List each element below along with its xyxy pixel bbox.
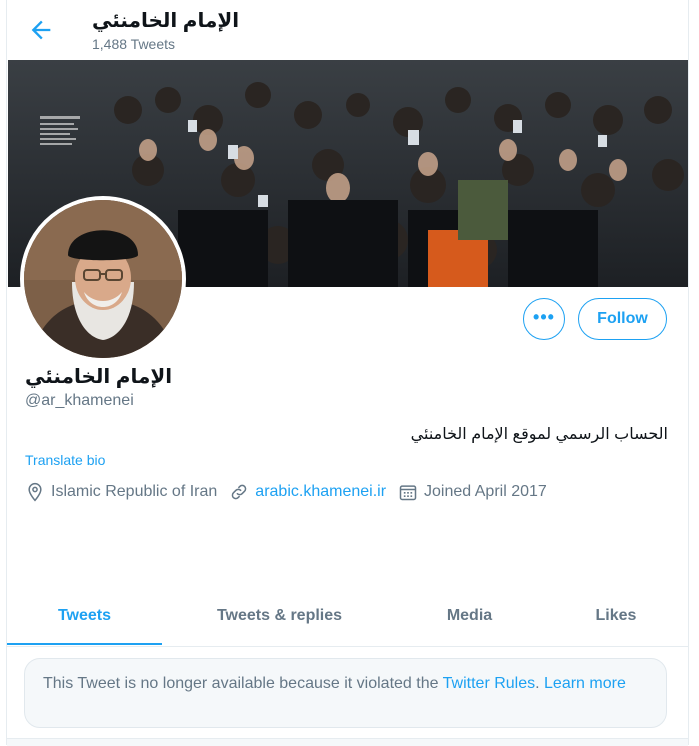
twitter-rules-link[interactable]: Twitter Rules	[443, 675, 535, 692]
joined-text: Joined April 2017	[424, 483, 547, 500]
back-button[interactable]	[27, 16, 55, 44]
link-icon	[232, 484, 247, 500]
arrow-left-icon	[31, 20, 51, 40]
tab-likes[interactable]: Likes	[572, 590, 660, 645]
header-title: الإمام الخامنئي	[92, 10, 240, 32]
location-text: Islamic Republic of Iran	[51, 483, 218, 500]
location-pin-icon	[28, 482, 42, 502]
translate-bio-link[interactable]: Translate bio	[25, 452, 105, 468]
notice-separator: .	[535, 675, 545, 692]
learn-more-link[interactable]: Learn more	[544, 675, 626, 692]
location-item: Islamic Republic of Iran	[25, 482, 217, 502]
watermark-logo	[38, 112, 90, 158]
calendar-icon	[399, 485, 417, 501]
profile-handle: @ar_khamenei	[25, 392, 134, 409]
profile-meta: Islamic Republic of Iran arabic.khamenei…	[25, 480, 559, 504]
tab-media[interactable]: Media	[417, 590, 522, 645]
tweet-count: 1,488 Tweets	[92, 36, 176, 52]
unavailable-tweet-notice: This Tweet is no longer available becaus…	[24, 658, 667, 728]
profile-tabs: Tweets Tweets & replies Media Likes	[7, 590, 688, 647]
tab-tweets-replies[interactable]: Tweets & replies	[182, 590, 377, 645]
profile-header: الإمام الخامنئي 1,488 Tweets	[7, 0, 688, 60]
website-link[interactable]: arabic.khamenei.ir	[255, 483, 386, 501]
active-tab-indicator	[7, 643, 162, 645]
joined-item: Joined April 2017	[398, 482, 547, 502]
notice-text: This Tweet is no longer available becaus…	[43, 675, 443, 692]
follow-button[interactable]: Follow	[578, 298, 667, 340]
profile-avatar[interactable]	[20, 196, 186, 362]
profile-page: الإمام الخامنئي 1,488 Tweets ••• Follow …	[6, 0, 689, 746]
avatar-image	[24, 200, 182, 358]
profile-name: الإمام الخامنئي	[25, 366, 173, 388]
website-item[interactable]: arabic.khamenei.ir	[229, 482, 386, 502]
tab-tweets[interactable]: Tweets	[7, 590, 162, 645]
profile-bio: الحساب الرسمي لموقع الإمام الخامنئي	[410, 426, 668, 443]
more-options-button[interactable]: •••	[523, 298, 565, 340]
